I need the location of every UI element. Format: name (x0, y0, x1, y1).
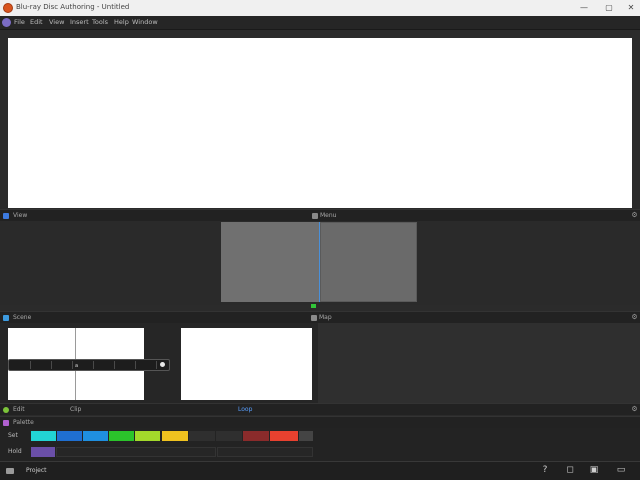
window-title: Blu-ray Disc Authoring - Untitled (16, 3, 130, 11)
map-tab-label[interactable]: Map (319, 314, 332, 321)
map-icon (311, 315, 317, 321)
main-viewport[interactable] (8, 38, 632, 208)
film-cell[interactable] (32, 361, 52, 369)
film-cell[interactable] (11, 361, 31, 369)
menu-tools[interactable]: Tools (92, 18, 108, 26)
edit-tab-label[interactable]: Edit (13, 406, 25, 413)
menu-window[interactable]: Window (132, 18, 158, 26)
clip-tab-label[interactable]: Clip (70, 406, 81, 413)
swatch-purple[interactable] (31, 447, 55, 457)
menu-tab-label[interactable]: Menu (320, 212, 336, 219)
row-hold-label: Hold (8, 448, 22, 455)
swatch-green[interactable] (109, 431, 134, 441)
track-empty[interactable] (56, 447, 216, 457)
gear-icon[interactable]: ⚙ (631, 314, 638, 321)
swatch-red[interactable] (270, 431, 298, 441)
image-icon[interactable]: ▣ (589, 465, 599, 475)
gear-icon[interactable]: ⚙ (631, 212, 638, 219)
film-cell[interactable] (53, 361, 73, 369)
menu-help[interactable]: Help (114, 18, 129, 26)
swatch-sky-blue[interactable] (83, 431, 108, 441)
filmstrip-end-handle[interactable] (160, 362, 165, 367)
minimize-button[interactable]: — (578, 2, 590, 14)
preview-frame-left[interactable] (221, 222, 319, 302)
scene-panel-header: Scene Map ⚙ (0, 311, 640, 323)
palette-area: Set Hold (0, 428, 640, 461)
menu-view[interactable]: View (49, 18, 64, 26)
swatch-dark-red[interactable] (243, 431, 269, 441)
app-icon (3, 3, 13, 13)
swatch-yellow[interactable] (162, 431, 188, 441)
row-set-label: Set (8, 432, 18, 439)
maximize-button[interactable]: ▢ (603, 2, 615, 14)
gear-icon[interactable]: ⚙ (631, 406, 638, 413)
close-button[interactable]: ✕ (625, 2, 637, 14)
keyboard-icon (6, 468, 14, 474)
title-bar: Blu-ray Disc Authoring - Untitled — ▢ ✕ (0, 0, 640, 16)
preview-frame-right[interactable] (320, 222, 417, 302)
swatch-blue[interactable] (57, 431, 82, 441)
palette-icon (3, 420, 9, 426)
swatch-gray[interactable] (299, 431, 313, 441)
status-label: Project (26, 467, 47, 474)
view-tab-label[interactable]: View (13, 212, 27, 219)
swatch-empty-2[interactable] (216, 431, 242, 441)
menu-edit[interactable]: Edit (30, 18, 43, 26)
film-cell[interactable] (95, 361, 115, 369)
preview-panel-header: View Menu ⚙ (0, 209, 640, 221)
film-cell[interactable] (116, 361, 136, 369)
map-canvas[interactable] (318, 323, 640, 403)
filmstrip-marker: a (75, 363, 79, 369)
menu-file[interactable]: File (14, 18, 25, 26)
app-logo-icon (2, 18, 11, 27)
menu-panel-icon (312, 213, 318, 219)
filmstrip[interactable] (8, 359, 170, 371)
menu-insert[interactable]: Insert (70, 18, 89, 26)
swatch-cyan[interactable] (31, 431, 56, 441)
view-icon (3, 213, 9, 219)
loop-tab-label[interactable]: Loop (238, 406, 252, 413)
timeline-panel-header: Edit Clip Loop ⚙ (0, 403, 640, 415)
preview-divider[interactable] (319, 222, 320, 302)
swatch-lime[interactable] (135, 431, 160, 441)
swatch-empty-1[interactable] (189, 431, 215, 441)
scene-frame-b[interactable] (181, 328, 312, 400)
track-empty[interactable] (217, 447, 313, 457)
scene-tab-label[interactable]: Scene (13, 314, 31, 321)
film-cell[interactable] (137, 361, 157, 369)
menu-bar: File Edit View Insert Tools Help Window (0, 16, 640, 30)
palette-label: Palette (13, 419, 34, 426)
preview-handle[interactable] (311, 304, 316, 308)
palette-header: Palette (0, 416, 640, 428)
help-icon[interactable]: ? (540, 465, 550, 475)
chat-icon[interactable]: ▭ (616, 465, 626, 475)
window-icon[interactable]: ◻ (565, 465, 575, 475)
scene-icon (3, 315, 9, 321)
edit-icon (3, 407, 9, 413)
